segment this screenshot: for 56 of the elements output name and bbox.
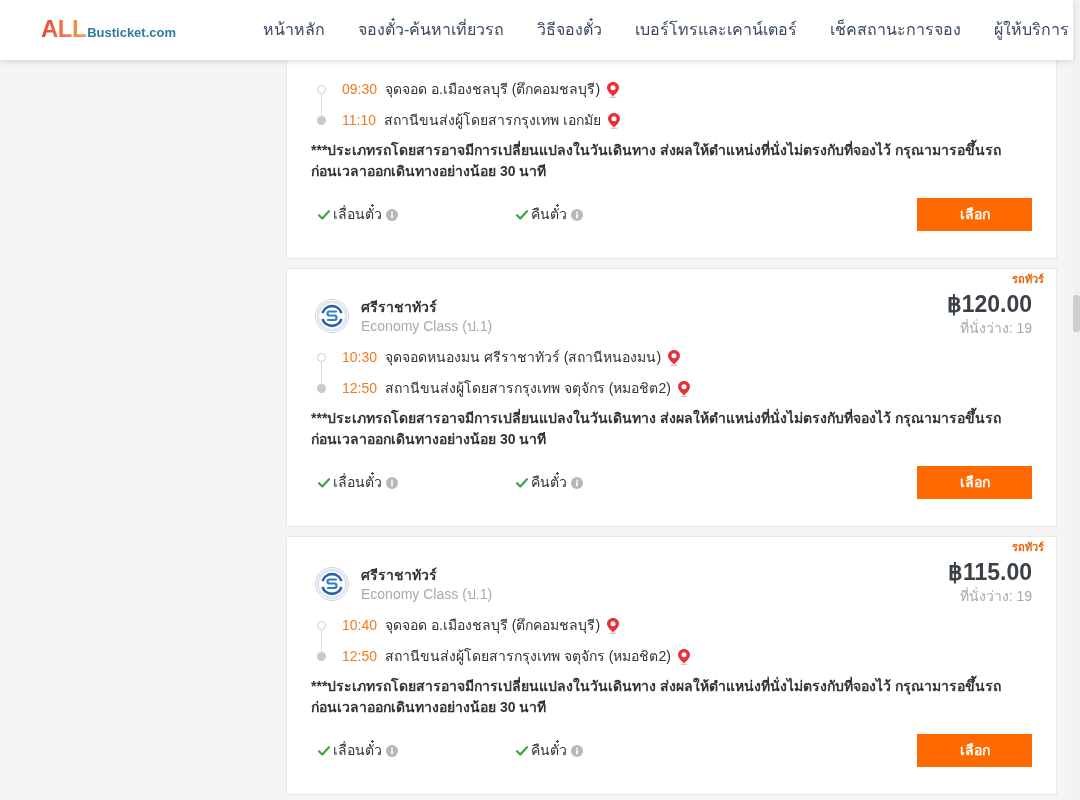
map-pin-icon[interactable] bbox=[607, 112, 620, 129]
feature-label: คืนตั๋ว bbox=[531, 740, 567, 760]
departure-time: 12:50 bbox=[342, 379, 378, 398]
feature-label: เลื่อนตั๋ว bbox=[333, 204, 382, 224]
stop-name: สถานีขนส่งผู้โดยสารกรุงเทพ จตุจักร (หมอชิต2) bbox=[385, 379, 671, 399]
bus-class: Economy Class (ป.1) bbox=[361, 585, 493, 604]
info-icon[interactable] bbox=[386, 208, 398, 221]
map-pin-icon[interactable] bbox=[677, 380, 690, 397]
nav-link[interactable]: วิธีจองตั๋ว bbox=[537, 18, 603, 42]
bus-class: Economy Class (ป.1) bbox=[361, 317, 493, 336]
ticket-price: ฿115.00 bbox=[947, 559, 1032, 586]
nav-link[interactable]: เช็คสถานะการจอง bbox=[830, 18, 962, 42]
feature-label: คืนตั๋ว bbox=[531, 204, 567, 224]
timeline-line bbox=[321, 94, 322, 116]
seats-available: ที่นั่งว่าง: 19 bbox=[959, 586, 1032, 606]
info-icon[interactable] bbox=[571, 744, 583, 757]
nav-link[interactable]: หน้าหลัก bbox=[263, 18, 325, 42]
ticket-price: ฿120.00 bbox=[946, 291, 1032, 318]
nav-link[interactable]: เบอร์โทรและเคาน์เตอร์ bbox=[635, 18, 798, 42]
notice-text: ***ประเภทรถโดยสารอาจมีการเปลี่ยนแปลงในวันเดินทาง ส่งผลให้ตำแหน่งที่นั่งไม่ตรงกับที่จองไว้ กรุณามารอขึ้นรถก่อนเวลาออกเดินทางอย่างน้อย 30 นาที bbox=[311, 140, 1032, 182]
notice-text: ***ประเภทรถโดยสารอาจมีการเปลี่ยนแปลงในวันเดินทาง ส่งผลให้ตำแหน่งที่นั่งไม่ตรงกับที่จองไว้ กรุณามารอขึ้นรถก่อนเวลาออกเดินทางอย่างน้อย 30 นาที bbox=[311, 408, 1032, 450]
company-logo bbox=[315, 299, 349, 333]
site-logo[interactable]: ALLBusticket.com bbox=[41, 17, 177, 43]
bus-type-label: รถทัวร์ bbox=[1012, 272, 1044, 286]
departure-time: 11:10 bbox=[342, 111, 376, 130]
departure-time: 10:40 bbox=[342, 616, 378, 635]
seats-available: ที่นั่งว่าง: 19 bbox=[959, 318, 1032, 338]
nav-link[interactable]: ผู้ให้บริการ bbox=[994, 18, 1070, 42]
info-icon[interactable] bbox=[386, 476, 398, 489]
stop-name: จุดจอดหนองมน ศรีราชาทัวร์ (สถานีหนองมน) bbox=[385, 348, 662, 368]
stop-name: สถานีขนส่งผู้โดยสารกรุงเทพ เอกมัย bbox=[384, 111, 601, 131]
map-pin-icon[interactable] bbox=[677, 648, 690, 665]
stop-name: จุดจอด อ.เมืองชลบุรี (ตึกคอมชลบุรี) bbox=[385, 80, 601, 100]
timeline-line bbox=[321, 630, 322, 652]
map-pin-icon[interactable] bbox=[607, 81, 620, 98]
operator-name: ศรีราชาทัวร์ bbox=[361, 567, 438, 583]
map-pin-icon[interactable] bbox=[607, 617, 620, 634]
info-icon[interactable] bbox=[386, 744, 398, 757]
nav-link[interactable]: จองตั๋ว-ค้นหาเที่ยวรถ bbox=[358, 18, 505, 42]
bus-type-label: รถทัวร์ bbox=[1012, 540, 1044, 554]
stop-name: จุดจอด อ.เมืองชลบุรี (ตึกคอมชลบุรี) bbox=[385, 616, 601, 636]
departure-time: 10:30 bbox=[342, 348, 378, 367]
timeline-line bbox=[321, 362, 322, 384]
info-icon[interactable] bbox=[571, 208, 583, 221]
company-logo bbox=[315, 567, 349, 601]
feature-label: เลื่อนตั๋ว bbox=[333, 472, 382, 492]
departure-time: 12:50 bbox=[342, 647, 378, 666]
stop-name: สถานีขนส่งผู้โดยสารกรุงเทพ จตุจักร (หมอชิต2) bbox=[385, 647, 671, 667]
departure-time: 09:30 bbox=[342, 80, 378, 99]
notice-text: ***ประเภทรถโดยสารอาจมีการเปลี่ยนแปลงในวันเดินทาง ส่งผลให้ตำแหน่งที่นั่งไม่ตรงกับที่จองไว้ กรุณามารอขึ้นรถก่อนเวลาออกเดินทางอย่างน้อย 30 นาที bbox=[311, 676, 1032, 718]
info-icon[interactable] bbox=[571, 476, 583, 489]
operator-name: ศรีราชาทัวร์ bbox=[361, 299, 438, 315]
map-pin-icon[interactable] bbox=[668, 349, 681, 366]
scrollbar-thumb[interactable] bbox=[1073, 295, 1080, 332]
feature-label: เลื่อนตั๋ว bbox=[333, 740, 382, 760]
feature-label: คืนตั๋ว bbox=[531, 472, 567, 492]
